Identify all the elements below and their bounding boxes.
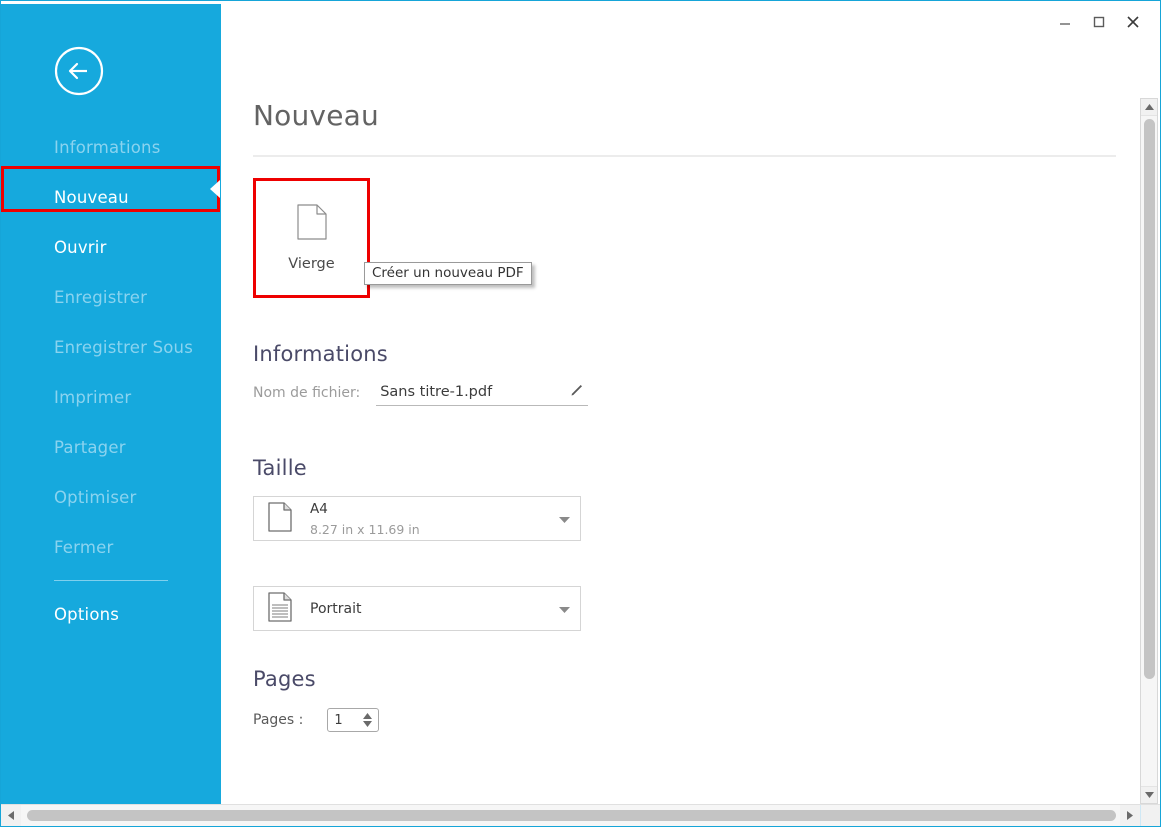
page-size-dimensions: 8.27 in x 11.69 in <box>310 521 420 537</box>
close-button[interactable] <box>1116 9 1150 35</box>
pages-value[interactable]: 1 <box>328 713 363 728</box>
sidebar-item-label: Informations <box>54 137 161 157</box>
sidebar-item-label: Optimiser <box>54 487 137 507</box>
vertical-scrollbar[interactable] <box>1140 98 1158 804</box>
portrait-page-icon <box>268 591 292 626</box>
horizontal-scrollbar-track[interactable] <box>21 805 1120 826</box>
orientation-text: Portrait <box>310 598 559 619</box>
chevron-down-icon <box>1144 792 1154 798</box>
filename-input[interactable]: Sans titre-1.pdf <box>376 382 589 406</box>
sidebar-item-label: Imprimer <box>54 387 132 407</box>
selection-pointer-icon <box>210 180 220 198</box>
title-divider <box>253 155 1116 157</box>
back-arrow-icon <box>54 46 104 96</box>
back-button[interactable] <box>54 46 104 96</box>
sidebar-item-ouvrir[interactable]: Ouvrir <box>1 222 221 272</box>
sidebar-item-enregistrer[interactable]: Enregistrer <box>1 272 221 322</box>
pages-label: Pages : <box>253 712 304 728</box>
sidebar-item-partager[interactable]: Partager <box>1 422 221 472</box>
orientation-name: Portrait <box>310 601 362 618</box>
sidebar-item-label: Nouveau <box>54 187 129 207</box>
sidebar-item-label: Ouvrir <box>54 237 107 257</box>
sidebar-item-label: Enregistrer <box>54 287 148 307</box>
sidebar-nav: Informations Nouveau Ouvrir Enregistrer … <box>1 122 221 639</box>
scroll-up-button[interactable] <box>1141 99 1157 116</box>
filename-row: Nom de fichier: Sans titre-1.pdf <box>253 382 1139 406</box>
page-icon <box>268 501 292 536</box>
orientation-dropdown[interactable]: Portrait <box>253 586 581 631</box>
section-heading-taille: Taille <box>253 456 307 480</box>
stepper-down-icon <box>363 721 373 727</box>
minimize-button[interactable] <box>1048 9 1082 35</box>
sidebar-item-label: Partager <box>54 437 126 457</box>
filename-value: Sans titre-1.pdf <box>380 383 493 400</box>
template-card-label: Vierge <box>288 256 335 272</box>
sidebar-item-informations[interactable]: Informations <box>1 122 221 172</box>
template-card-vierge[interactable]: Vierge <box>253 178 370 298</box>
scrollbar-corner <box>1140 805 1160 826</box>
chevron-down-icon[interactable] <box>559 599 570 618</box>
pages-stepper[interactable]: 1 <box>327 708 380 732</box>
scroll-right-button[interactable] <box>1120 805 1140 826</box>
sidebar-divider <box>54 580 168 581</box>
sidebar-item-label: Fermer <box>54 537 114 557</box>
tooltip: Créer un nouveau PDF <box>364 262 532 285</box>
scroll-left-button[interactable] <box>1 805 21 826</box>
sidebar-item-enregistrer-sous[interactable]: Enregistrer Sous <box>1 322 221 372</box>
maximize-button[interactable] <box>1082 9 1116 35</box>
sidebar-item-optimiser[interactable]: Optimiser <box>1 472 221 522</box>
section-heading-pages: Pages <box>253 667 316 691</box>
sidebar-item-label: Enregistrer Sous <box>54 337 194 357</box>
pencil-icon[interactable] <box>570 382 584 401</box>
sidebar-item-nouveau[interactable]: Nouveau <box>1 172 221 222</box>
page-size-text: A4 8.27 in x 11.69 in <box>310 498 559 538</box>
vertical-scrollbar-thumb[interactable] <box>1144 119 1155 679</box>
stepper-up-icon <box>363 713 373 719</box>
application-window: Informations Nouveau Ouvrir Enregistrer … <box>0 0 1161 827</box>
sidebar-item-options[interactable]: Options <box>1 589 221 639</box>
filename-label: Nom de fichier: <box>253 385 361 401</box>
horizontal-scrollbar[interactable] <box>1 804 1160 826</box>
blank-page-icon <box>296 204 327 244</box>
main-content: Nouveau Vierge Créer un nouveau PDF Info… <box>221 41 1139 804</box>
horizontal-scrollbar-thumb[interactable] <box>27 810 1116 821</box>
chevron-up-icon <box>1144 104 1154 110</box>
window-titlebar <box>221 1 1160 41</box>
page-title: Nouveau <box>253 99 379 132</box>
sidebar-item-label: Options <box>54 604 120 624</box>
sidebar-item-fermer[interactable]: Fermer <box>1 522 221 572</box>
scroll-down-button[interactable] <box>1141 786 1157 803</box>
stepper-arrows[interactable] <box>363 713 378 727</box>
sidebar-item-imprimer[interactable]: Imprimer <box>1 372 221 422</box>
chevron-down-icon[interactable] <box>559 509 570 528</box>
template-gallery: Vierge Créer un nouveau PDF <box>253 178 1139 298</box>
sidebar: Informations Nouveau Ouvrir Enregistrer … <box>1 4 221 804</box>
pages-row: Pages : 1 <box>253 708 1139 732</box>
page-size-name: A4 <box>310 501 328 518</box>
chevron-right-icon <box>1127 811 1133 820</box>
page-size-dropdown[interactable]: A4 8.27 in x 11.69 in <box>253 496 581 541</box>
chevron-left-icon <box>8 811 14 820</box>
section-heading-informations: Informations <box>253 342 388 366</box>
